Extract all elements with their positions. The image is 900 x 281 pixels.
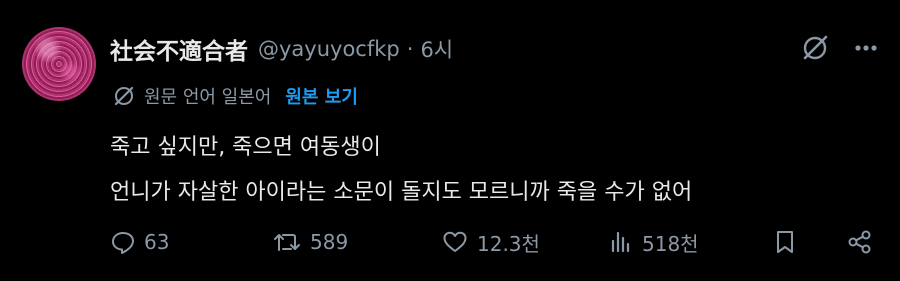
show-original-link[interactable]: 원본 보기 — [285, 83, 358, 109]
reply-count: 63 — [144, 230, 170, 254]
views-icon — [611, 231, 630, 253]
separator-dot: · — [406, 37, 414, 61]
more-button[interactable] — [850, 33, 882, 63]
tweet-text-line: 죽고 싶지만, 죽으면 여동생이 — [110, 135, 381, 160]
grok-button[interactable] — [800, 33, 830, 63]
retweet-count: 589 — [310, 230, 349, 254]
retweet-icon — [274, 234, 300, 251]
like-button[interactable]: 12.3천 — [441, 220, 540, 264]
translate-icon — [114, 86, 134, 106]
heart-icon — [443, 231, 467, 252]
like-count: 12.3천 — [477, 231, 540, 256]
action-bar: 63 589 12.3천 518천 — [0, 220, 900, 264]
reply-button[interactable]: 63 — [110, 220, 169, 264]
tweet-header: 社会不適合者 @yayuyocfkp · 6시 — [110, 32, 453, 66]
tweet: 社会不適合者 @yayuyocfkp · 6시 원문 언어 일본어 원본 보기 … — [0, 0, 900, 281]
tweet-text-line: 언니가 자살한 아이라는 소문이 돌지도 모르니까 죽을 수가 없어 — [110, 180, 693, 205]
user-handle[interactable]: @yayuyocfkp — [258, 37, 400, 61]
bookmark-icon — [777, 231, 793, 253]
timestamp[interactable]: 6시 — [420, 34, 453, 64]
reply-icon — [112, 232, 134, 254]
share-icon — [848, 230, 871, 254]
views-button[interactable]: 518천 — [608, 220, 699, 264]
translation-note: 원문 언어 일본어 — [144, 87, 272, 108]
more-icon — [855, 45, 877, 51]
views-count: 518천 — [642, 231, 699, 256]
share-button[interactable] — [846, 220, 874, 264]
display-name[interactable]: 社会不適合者 — [110, 32, 248, 66]
tweet-text: 죽고 싶지만, 죽으면 여동생이 언니가 자살한 아이라는 소문이 돌지도 모르… — [110, 125, 692, 215]
avatar[interactable] — [22, 27, 96, 101]
grok-icon — [803, 35, 828, 60]
retweet-button[interactable]: 589 — [272, 220, 348, 264]
bookmark-button[interactable] — [772, 220, 798, 264]
translation-info: 원문 언어 일본어 원본 보기 — [112, 82, 358, 110]
